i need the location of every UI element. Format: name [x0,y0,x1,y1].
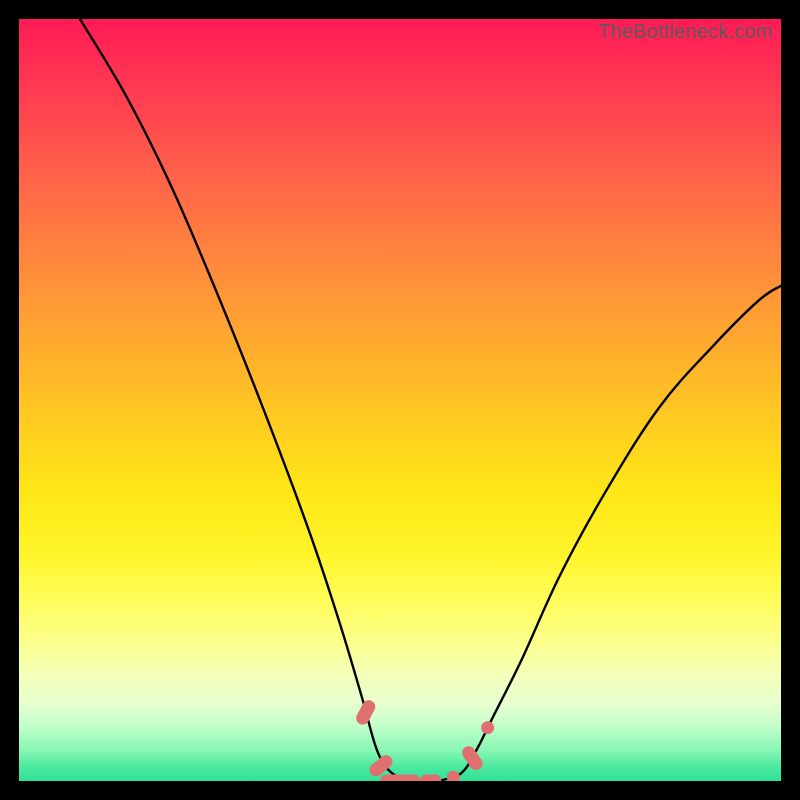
curve-marker [460,744,486,773]
curve-marker [380,775,420,782]
curve-marker [447,771,460,781]
curve-marker [354,698,378,727]
chart-svg [19,19,781,781]
curve-marker [419,775,441,782]
chart-frame: TheBottleneck.com [0,0,800,800]
left-curve [80,19,438,781]
curve-marker [481,721,494,734]
right-curve [438,286,781,781]
chart-plot-area: TheBottleneck.com [19,19,781,781]
markers-group [354,698,494,781]
